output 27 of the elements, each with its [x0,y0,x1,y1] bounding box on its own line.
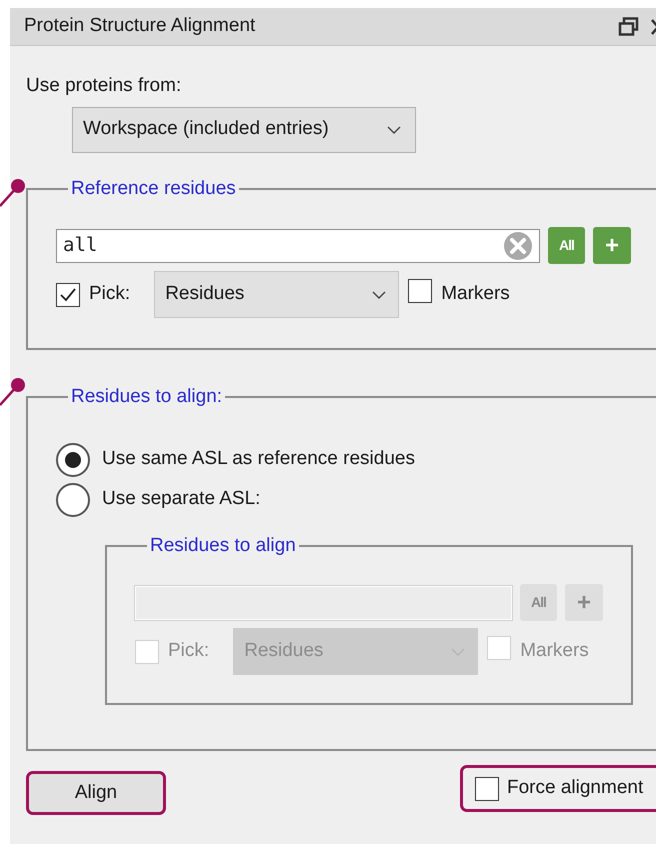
markers-label: Markers [520,639,589,664]
source-label: Use proteins from: [26,74,182,98]
chevron-down-icon [372,290,386,298]
field-value: all [63,233,98,258]
window-title: Protein Structure Alignment [24,14,256,38]
source-dropdown[interactable]: Workspace (included entries) [72,106,416,152]
pick-checkbox[interactable] [56,282,80,306]
align-button[interactable]: Align [26,771,166,815]
radio-label: Use separate ASL: [102,487,260,512]
restore-icon[interactable] [618,16,640,36]
markers-checkbox[interactable] [408,278,432,302]
pick-type-dropdown[interactable]: Residues [154,271,400,318]
radio-button[interactable] [56,482,90,516]
force-alignment-checkbox[interactable] [475,776,499,800]
radio-label: Use same ASL as reference residues [102,447,415,472]
chevron-down-icon [387,126,401,134]
pick-label: Pick: [89,282,130,306]
residue-field[interactable]: all [56,228,540,262]
pick-label: Pick: [168,639,210,664]
markers-label: Markers [441,282,510,306]
add-button[interactable]: + [593,227,631,264]
radio-button[interactable] [56,442,90,476]
group-title: Residues to align: [70,385,224,409]
group-title: Residues to align [149,534,297,558]
group-title: Reference residues [70,176,237,200]
force-alignment-label: Force alignment [507,776,644,800]
all-button[interactable]: All [548,227,585,264]
